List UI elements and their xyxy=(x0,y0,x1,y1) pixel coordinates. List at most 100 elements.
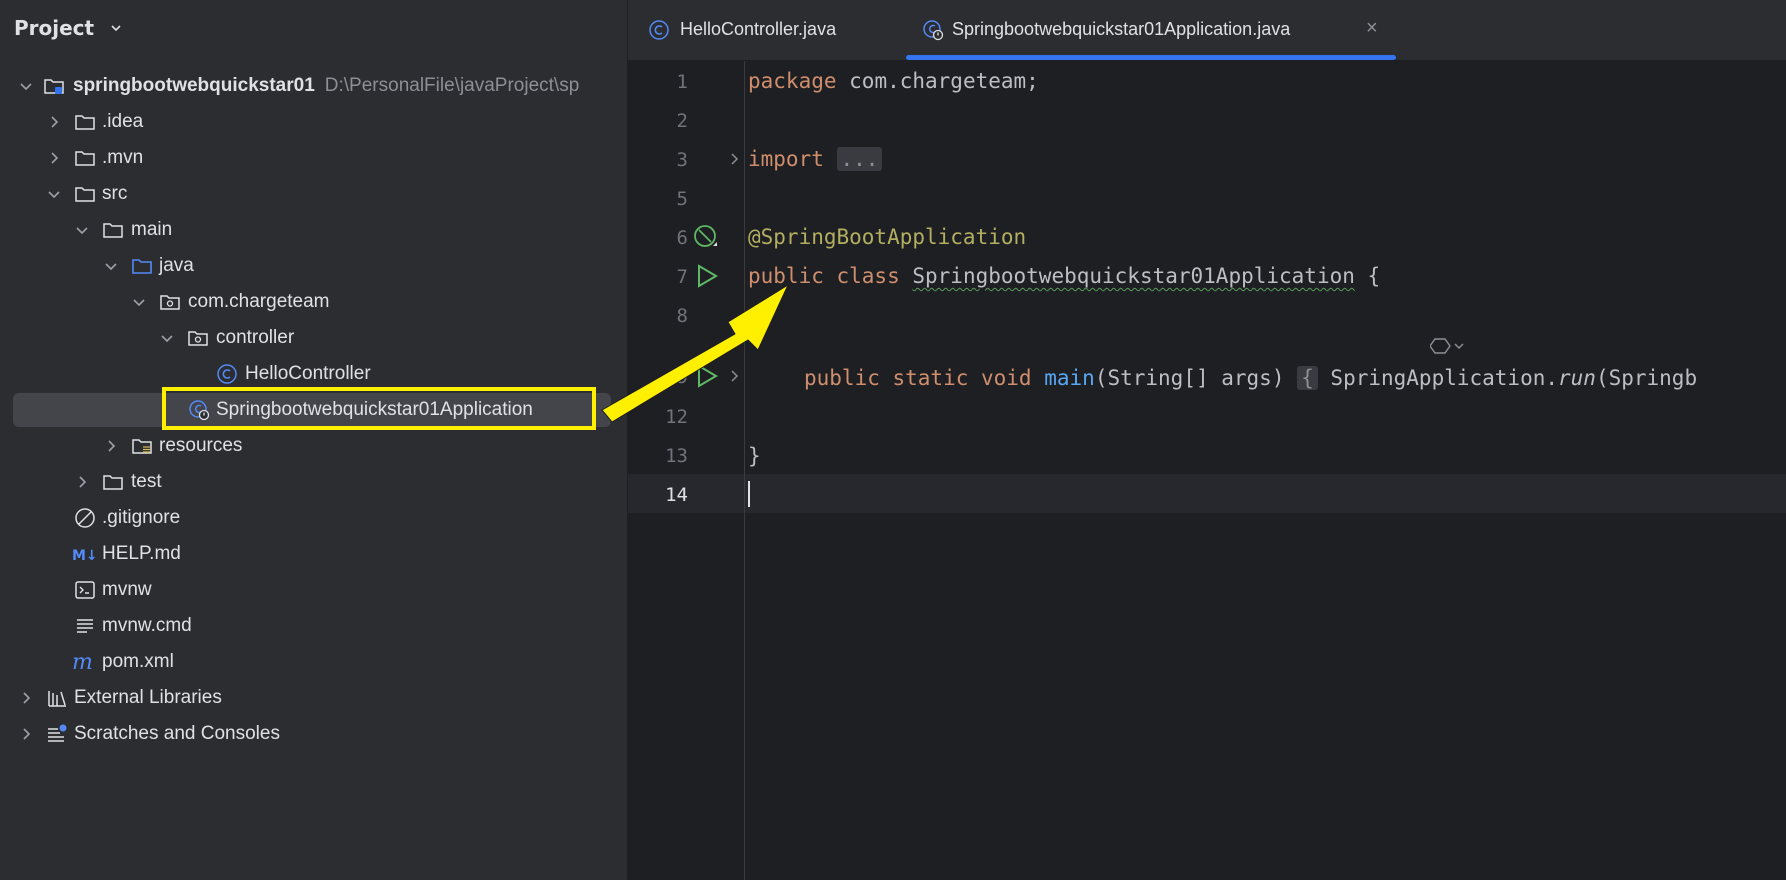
chevron-down-icon[interactable] xyxy=(17,77,35,95)
code-line-9[interactable]: public static void main(String[] args) {… xyxy=(804,366,1697,390)
tree-item-label: resources xyxy=(159,435,243,456)
chevron-right-icon[interactable] xyxy=(73,473,91,491)
folder-icon xyxy=(74,183,96,205)
tree-item-scratches-and-consoles[interactable]: Scratches and Consoles xyxy=(0,716,627,752)
editor-area: HelloController.java Springbootwebquicks… xyxy=(628,0,1786,880)
text-file-icon xyxy=(74,615,96,637)
tree-item-label: main xyxy=(131,219,173,240)
class-icon xyxy=(648,19,670,46)
svg-text:M↓: M↓ xyxy=(72,548,98,564)
close-tab-icon[interactable]: × xyxy=(1366,17,1378,40)
line-number: 8 xyxy=(676,305,688,327)
ai-assistant-icon[interactable] xyxy=(1429,335,1466,361)
code-token: Springbootwebquickstar01Application xyxy=(912,264,1355,288)
chevron-down-icon[interactable] xyxy=(130,293,148,311)
code-token: { xyxy=(1354,264,1381,288)
tree-item-label: .gitignore xyxy=(102,507,181,528)
fold-chevron-right-icon[interactable] xyxy=(728,150,742,172)
tree-item-label: com.chargeteam xyxy=(188,291,330,312)
terminal-file-icon xyxy=(74,579,96,601)
chevron-right-icon[interactable] xyxy=(17,725,35,743)
tree-item-label: HelloController xyxy=(245,363,371,384)
code-token: SpringApplication. xyxy=(1317,366,1558,390)
spring-class-icon xyxy=(922,19,944,46)
code-line-13[interactable]: } xyxy=(748,444,761,468)
folded-body[interactable]: { xyxy=(1297,366,1318,390)
tree-item-springbootwebquickstar01[interactable]: springbootwebquickstar01 D:\PersonalFile\… xyxy=(0,68,627,104)
tree-item-mvnw-cmd[interactable]: mvnw.cmd xyxy=(0,608,627,644)
tree-item-label: .mvn xyxy=(102,147,144,168)
tab-label: Springbootwebquickstar01Application.java xyxy=(952,19,1291,39)
tree-item-java[interactable]: java xyxy=(0,248,627,284)
tree-item-pom-xml[interactable]: m pom.xml xyxy=(0,644,627,680)
text-caret xyxy=(748,481,750,507)
ignore-file-icon xyxy=(74,507,96,529)
tree-item-label: controller xyxy=(216,327,295,348)
tree-item-label: External Libraries xyxy=(74,687,222,708)
code-line-6[interactable]: @SpringBootApplication xyxy=(748,225,1026,249)
tree-item-external-libraries[interactable]: External Libraries xyxy=(0,680,627,716)
tree-item-label: HELP.md xyxy=(102,543,181,564)
tree-item-mvn[interactable]: .mvn xyxy=(0,140,627,176)
tree-item-resources[interactable]: resources xyxy=(0,428,627,464)
tree-item-help-md[interactable]: M↓ HELP.md xyxy=(0,536,627,572)
tree-item-gitignore[interactable]: .gitignore xyxy=(0,500,627,536)
tree-item-src[interactable]: src xyxy=(0,176,627,212)
project-path: D:\PersonalFile\javaProject\sp xyxy=(324,75,580,96)
chevron-down-icon[interactable] xyxy=(45,185,63,203)
code-token: run xyxy=(1558,366,1596,390)
tree-item-test[interactable]: test xyxy=(0,464,627,500)
line-number-gutter: 1 2 3 5 6 7 8 9 12 13 14 xyxy=(628,61,744,880)
chevron-right-icon[interactable] xyxy=(102,437,120,455)
chevron-down-icon[interactable] xyxy=(73,221,91,239)
tree-item-idea[interactable]: .idea xyxy=(0,104,627,140)
code-token: import xyxy=(748,147,824,171)
line-number: 7 xyxy=(676,266,688,288)
highlight-box xyxy=(162,387,596,430)
chevron-down-icon[interactable] xyxy=(158,329,176,347)
run-icon[interactable] xyxy=(696,264,718,292)
markdown-icon: M↓ xyxy=(72,543,98,565)
tree-item-label: mvnw xyxy=(102,579,152,600)
tree-item-label: src xyxy=(102,183,128,204)
spring-bean-icon[interactable] xyxy=(693,224,719,254)
chevron-right-icon[interactable] xyxy=(45,113,63,131)
fold-chevron-right-icon[interactable] xyxy=(728,367,742,389)
scratches-icon xyxy=(46,723,68,745)
tree-item-label: .idea xyxy=(102,111,144,132)
run-icon[interactable] xyxy=(696,364,718,392)
code-token: } xyxy=(748,444,761,468)
tab-hellocontroller-java[interactable]: HelloController.java xyxy=(628,0,898,60)
tree-item-label: Scratches and Consoles xyxy=(74,723,280,744)
chevron-right-icon[interactable] xyxy=(17,689,35,707)
folder-icon xyxy=(102,219,124,241)
line-number: 6 xyxy=(676,227,688,249)
code-line-7[interactable]: public class Springbootwebquickstar01App… xyxy=(748,264,1380,288)
code-token: package xyxy=(748,69,837,93)
code-line-1[interactable]: package com.chargeteam; xyxy=(748,69,1039,93)
code-line-3[interactable]: import ... xyxy=(748,147,883,171)
tree-item-label: java xyxy=(159,255,194,276)
chevron-down-icon xyxy=(109,16,123,40)
chevron-down-icon[interactable] xyxy=(102,257,120,275)
tree-item-controller[interactable]: controller xyxy=(0,320,627,356)
folded-imports[interactable]: ... xyxy=(836,147,883,171)
chevron-right-icon[interactable] xyxy=(45,149,63,167)
line-number: 2 xyxy=(676,110,688,132)
project-panel-header[interactable]: Project xyxy=(14,16,123,40)
module-folder-icon xyxy=(43,75,65,97)
active-tab-indicator xyxy=(906,55,1396,60)
resources-folder-icon xyxy=(131,435,153,457)
code-token: @SpringBootApplication xyxy=(748,225,1027,249)
tree-item-label: pom.xml xyxy=(102,651,174,672)
maven-icon: m xyxy=(72,650,94,675)
tree-item-mvnw[interactable]: mvnw xyxy=(0,572,627,608)
tree-item-com-chargeteam[interactable]: com.chargeteam xyxy=(0,284,627,320)
line-number: 13 xyxy=(665,445,688,467)
folder-icon xyxy=(74,147,96,169)
code-token: public static void xyxy=(804,366,1032,390)
tab-springbootwebquickstar01application-java[interactable]: Springbootwebquickstar01Application.java… xyxy=(906,0,1396,60)
tree-item-main[interactable]: main xyxy=(0,212,627,248)
project-panel: Project springbootwebquickstar01 D:\Perso… xyxy=(0,0,628,880)
line-number: 3 xyxy=(676,149,688,171)
